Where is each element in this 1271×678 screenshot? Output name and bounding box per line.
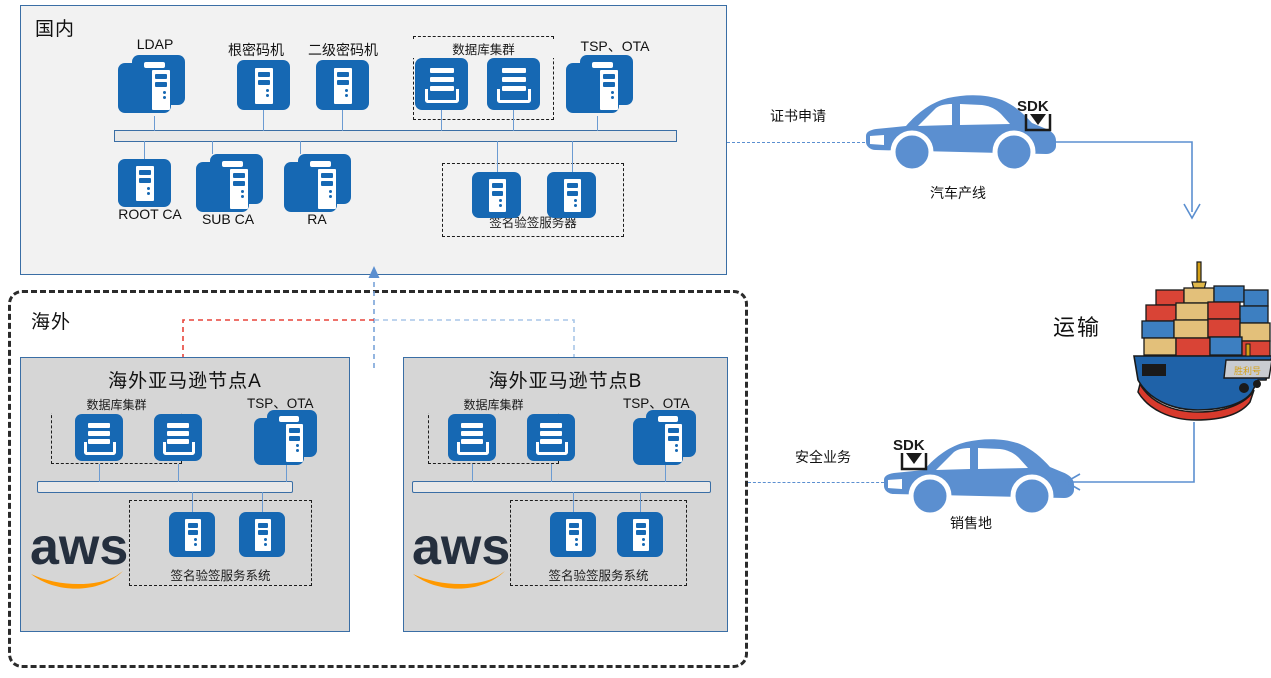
connector-tsp-ota [597, 116, 598, 131]
overseas-node-a-title: 海外亚马逊节点A [108, 371, 262, 392]
sdk-download-badge-sales-icon: SDK [893, 437, 928, 471]
label-database-cluster-node-a: 数据库集群 [51, 396, 182, 413]
connector-sign2 [572, 141, 573, 172]
label-transport: 运输 [1053, 315, 1102, 340]
connector-node-b-sign2 [640, 492, 641, 512]
connector-node-a-db2 [178, 464, 179, 482]
label-tsp-ota-domestic: TSP、OTA [580, 38, 650, 54]
connector-root-ca [144, 141, 145, 159]
label-sub-hsm: 二级密码机 [308, 42, 378, 58]
label-ldap: LDAP [136, 36, 174, 52]
label-security-service: 安全业务 [795, 449, 851, 465]
svg-text:aws: aws [30, 518, 128, 576]
factory-to-transport-arrow [1052, 141, 1201, 220]
sdk-download-badge-factory-icon: SDK [1017, 98, 1052, 132]
connector-sign1 [497, 141, 498, 172]
connector-node-b-db2 [551, 464, 552, 482]
aws-logo-node-a: aws [30, 518, 128, 589]
label-root-ca: ROOT CA [118, 206, 182, 222]
connector-ra [300, 141, 301, 154]
label-tsp-ota-node-b: TSP、OTA [623, 396, 690, 411]
connector-db1 [441, 110, 442, 131]
region-sync-arrows [177, 266, 580, 370]
label-database-cluster-domestic: 数据库集群 [413, 39, 554, 58]
connector-sub-ca [212, 141, 213, 154]
label-factory: 汽车产线 [930, 185, 986, 201]
svg-text:aws: aws [412, 518, 510, 576]
svg-text:胜利号: 胜利号 [1234, 365, 1261, 376]
connector-node-a-sign1 [192, 492, 193, 512]
label-ra: RA [307, 211, 327, 227]
label-sub-ca: SUB CA [201, 211, 255, 227]
connector-node-b-tsp [665, 464, 666, 482]
connector-sub-hsm [342, 110, 343, 131]
aws-logo-node-b: aws [412, 518, 510, 589]
connector-root-hsm [263, 110, 264, 131]
overseas-node-b-title: 海外亚马逊节点B [488, 371, 643, 392]
transport-to-sales-arrow [1064, 422, 1195, 491]
container-ship-icon: 胜利号 [1133, 261, 1271, 421]
connector-node-a-tsp [286, 464, 287, 482]
connector-ldap [154, 116, 155, 131]
label-sales: 销售地 [950, 515, 992, 531]
svg-text:SDK: SDK [1017, 98, 1049, 115]
domestic-region-title: 国内 [35, 19, 76, 40]
label-signature-service-node-a: 签名验签服务系统 [170, 569, 271, 583]
node-a-bus-bar [37, 481, 293, 493]
label-database-cluster-node-b: 数据库集群 [428, 396, 559, 413]
connector-db2 [513, 110, 514, 131]
connector-node-a-sign2 [262, 492, 263, 512]
connector-node-b-db1 [472, 464, 473, 482]
connector-node-a-db1 [99, 464, 100, 482]
label-signature-server-domestic: 签名验签服务器 [489, 216, 577, 230]
node-b-bus-bar [412, 481, 711, 493]
label-signature-service-node-b: 签名验签服务系统 [548, 569, 649, 583]
connector-node-b-sign1 [573, 492, 574, 512]
label-cert-request: 证书申请 [770, 108, 826, 124]
domestic-bus-bar [114, 130, 677, 142]
overseas-region-title: 海外 [31, 312, 72, 333]
svg-text:SDK: SDK [893, 437, 925, 454]
cert-request-flow-line [727, 142, 870, 143]
label-tsp-ota-node-a: TSP、OTA [247, 396, 314, 411]
security-service-flow-line [748, 482, 884, 483]
